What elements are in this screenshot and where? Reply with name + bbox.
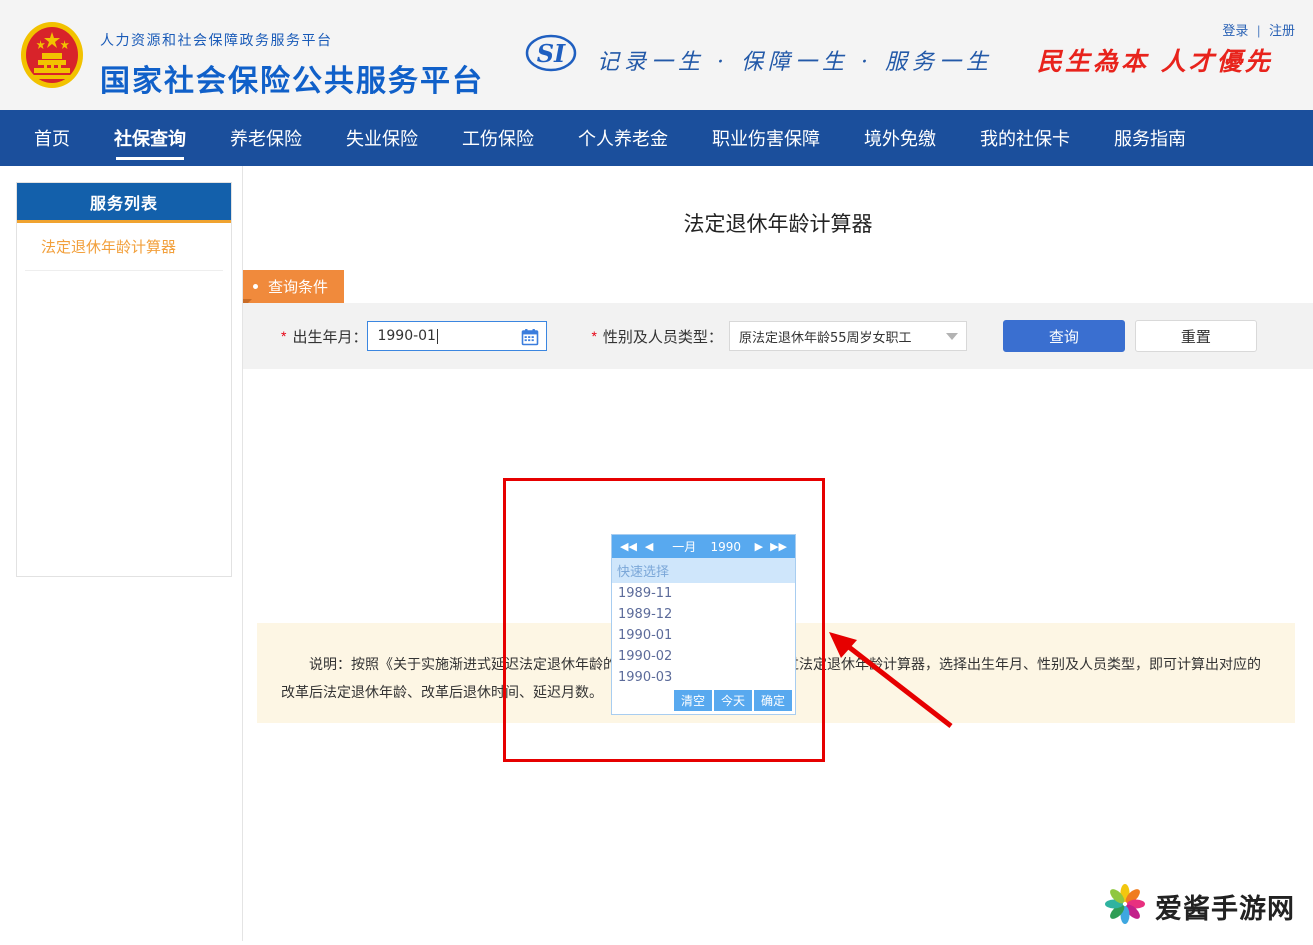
nav-item-label: 我的社保卡 — [980, 125, 1070, 151]
text-caret — [437, 329, 438, 344]
main-panel: 法定退休年龄计算器 查询条件 * 出生年月： 1990-01 — [242, 166, 1313, 941]
birth-date-value: 1990-01 — [368, 328, 436, 344]
date-picker-clear-button[interactable]: 清空 — [674, 690, 712, 711]
date-picker-month[interactable]: 一月 — [663, 538, 705, 555]
nav-item-5[interactable]: 个人养老金 — [556, 110, 690, 166]
nav-item-label: 个人养老金 — [578, 125, 668, 151]
date-picker-option[interactable]: 1989-11 — [612, 583, 795, 604]
site-watermark: 爱酱手游网 — [1103, 882, 1295, 931]
brand-subtitle: 人力资源和社会保障政务服务平台 — [100, 30, 484, 50]
right-arrow-icon[interactable]: ▶ — [753, 540, 765, 553]
double-right-arrow-icon[interactable]: ▶▶ — [768, 540, 789, 553]
nav-item-8[interactable]: 我的社保卡 — [958, 110, 1092, 166]
nav-item-9[interactable]: 服务指南 — [1092, 110, 1208, 166]
date-picker-option[interactable]: 1990-01 — [612, 625, 795, 646]
birth-date-field: * 出生年月： 1990-01 — [281, 321, 547, 351]
brand-title: 国家社会保险公共服务平台 — [100, 56, 484, 100]
birth-required-star: * — [281, 328, 286, 344]
left-arrow-icon[interactable]: ◀ — [643, 540, 655, 553]
main-navigation: 首页 社保查询 养老保险 失业保险 工伤保险 个人养老金 职业伤害保障 境外免缴 我的社保卡 服务… — [0, 110, 1313, 166]
date-picker-options: 1989-111989-121990-011990-021990-03 — [612, 583, 795, 688]
nav-item-7[interactable]: 境外免缴 — [842, 110, 958, 166]
tab-query-conditions[interactable]: 查询条件 — [243, 270, 344, 303]
date-picker-header: ◀◀ ◀ 一月 1990 ▶ ▶▶ — [612, 535, 795, 558]
date-picker-quick-select-label: 快速选择 — [612, 558, 795, 583]
date-picker-year[interactable]: 1990 — [705, 540, 747, 554]
date-picker-popup[interactable]: ◀◀ ◀ 一月 1990 ▶ ▶▶ 快速选择 1989-111989-12199… — [611, 534, 796, 715]
brand-block: 人力资源和社会保障政务服务平台 国家社会保险公共服务平台 — [100, 30, 484, 100]
chevron-down-icon — [946, 333, 958, 340]
service-list-sidebar: 服务列表 法定退休年龄计算器 — [16, 182, 232, 577]
tab-query-conditions-label: 查询条件 — [268, 278, 328, 296]
auth-links: 登录 | 注册 — [1222, 20, 1295, 39]
national-emblem-icon — [18, 20, 86, 90]
nav-item-label: 养老保险 — [230, 125, 302, 151]
query-button[interactable]: 查询 — [1003, 320, 1125, 352]
watermark-text: 爱酱手游网 — [1155, 887, 1295, 926]
birth-date-input[interactable]: 1990-01 — [367, 321, 547, 351]
si-logo-icon: SI — [525, 33, 577, 73]
sidebar-title: 服务列表 — [17, 183, 231, 223]
nav-item-6[interactable]: 职业伤害保障 — [690, 110, 842, 166]
register-link[interactable]: 注册 — [1269, 23, 1295, 38]
gender-type-label: 性别及人员类型： — [603, 326, 723, 347]
date-picker-option[interactable]: 1989-12 — [612, 604, 795, 625]
gender-type-field: * 性别及人员类型： 原法定退休年龄55周岁女职工 — [591, 321, 966, 351]
double-left-arrow-icon[interactable]: ◀◀ — [618, 540, 639, 553]
sidebar-item-retirement-calculator[interactable]: 法定退休年龄计算器 — [25, 223, 223, 271]
date-picker-confirm-button[interactable]: 确定 — [754, 690, 792, 711]
slogan-red: 民生為本 人才優先 — [1037, 42, 1273, 78]
nav-item-4[interactable]: 工伤保险 — [440, 110, 556, 166]
date-picker-option[interactable]: 1990-02 — [612, 646, 795, 667]
nav-item-label: 失业保险 — [346, 125, 418, 151]
calendar-icon[interactable] — [521, 328, 539, 351]
bullet-dot-icon — [253, 284, 258, 289]
nav-item-3[interactable]: 失业保险 — [324, 110, 440, 166]
gender-type-value: 原法定退休年龄55周岁女职工 — [739, 327, 912, 346]
page-title: 法定退休年龄计算器 — [243, 166, 1313, 238]
nav-item-label: 社保查询 — [114, 125, 186, 151]
nav-item-label: 境外免缴 — [864, 125, 936, 151]
date-picker-option[interactable]: 1990-03 — [612, 667, 795, 688]
nav-item-label: 服务指南 — [1114, 125, 1186, 151]
section-divider — [243, 284, 1313, 285]
nav-item-label: 职业伤害保障 — [712, 125, 820, 151]
nav-item-1[interactable]: 社保查询 — [92, 110, 208, 166]
nav-item-label: 工伤保险 — [462, 125, 534, 151]
login-link[interactable]: 登录 — [1222, 23, 1248, 38]
page-body: 服务列表 法定退休年龄计算器 法定退休年龄计算器 查询条件 * 出生年月： 19… — [0, 166, 1313, 941]
date-picker-footer: 清空 今天 确定 — [612, 688, 795, 714]
pinwheel-logo-icon — [1103, 882, 1147, 931]
reset-button[interactable]: 重置 — [1135, 320, 1257, 352]
svg-text:SI: SI — [537, 39, 566, 68]
nav-item-2[interactable]: 养老保险 — [208, 110, 324, 166]
gender-required-star: * — [591, 328, 596, 344]
date-picker-today-button[interactable]: 今天 — [714, 690, 752, 711]
auth-separator: | — [1257, 23, 1260, 38]
birth-date-label: 出生年月： — [292, 326, 367, 347]
site-header: 人力资源和社会保障政务服务平台 国家社会保险公共服务平台 SI 记录一生 · 保… — [0, 0, 1313, 110]
nav-item-label: 首页 — [34, 125, 70, 151]
slogan-blue: 记录一生 · 保障一生 · 服务一生 — [597, 44, 993, 76]
query-form-band: * 出生年月： 1990-01 — [243, 303, 1313, 369]
section-tab-wrap: 查询条件 — [243, 270, 1313, 303]
gender-type-select[interactable]: 原法定退休年龄55周岁女职工 — [729, 321, 967, 351]
nav-item-0[interactable]: 首页 — [12, 110, 92, 166]
